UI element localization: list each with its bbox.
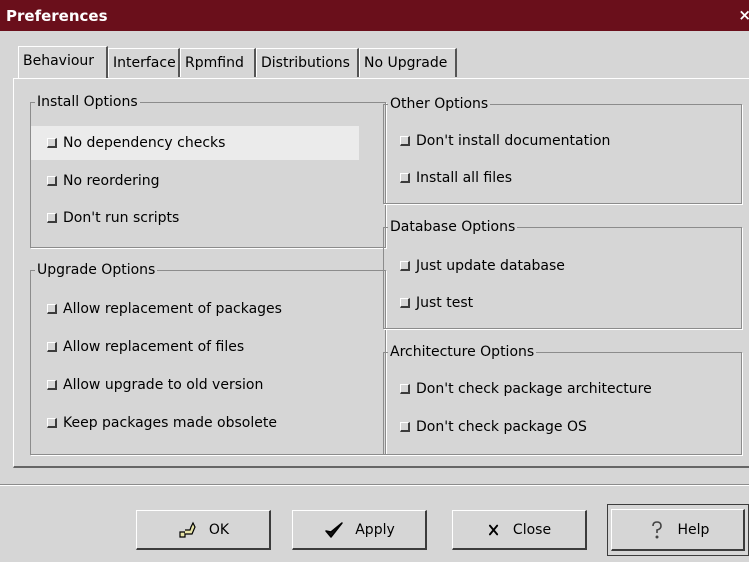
checkmark-icon [325,521,343,538]
checkbox-icon [400,136,410,146]
help-label: Help [677,521,710,538]
tab-panel-behaviour: Install Options No dependency checks No … [13,78,749,468]
install-options-frame: Install Options No dependency checks No … [30,93,386,248]
checkbox-icon [47,138,57,148]
dont-check-arch-checkbox[interactable]: Don't check package architecture [384,372,724,406]
checkbox-icon [400,384,410,394]
other-options-frame: Other Options Don't install documentatio… [383,95,742,204]
dont-check-os-checkbox[interactable]: Don't check package OS [384,410,724,444]
close-button[interactable]: Close [452,510,587,550]
checkbox-label: Install all files [416,170,513,186]
checkbox-icon [47,176,57,186]
upgrade-options-frame: Upgrade Options Allow replacement of pac… [30,261,386,455]
ok-icon [179,521,196,538]
dont-install-docs-checkbox[interactable]: Don't install documentation [384,124,724,158]
allow-upgrade-old-checkbox[interactable]: Allow upgrade to old version [31,368,371,402]
checkbox-icon [400,261,410,271]
help-button[interactable]: Help [611,509,745,551]
checkbox-label: Don't install documentation [416,133,611,149]
tab-interface[interactable]: Interface [108,48,180,77]
help-button-default-frame: Help [607,504,749,556]
allow-replace-files-checkbox[interactable]: Allow replacement of files [31,330,371,364]
window-close-icon[interactable]: × [738,6,749,24]
checkbox-icon [400,173,410,183]
just-test-checkbox[interactable]: Just test [384,286,724,320]
dont-run-scripts-checkbox[interactable]: Don't run scripts [31,201,359,235]
checkbox-label: Allow replacement of files [63,339,245,355]
checkbox-icon [47,418,57,428]
checkbox-label: Don't check package architecture [416,381,652,397]
other-options-title: Other Options [388,95,491,113]
ok-label: OK [208,521,230,538]
separator [0,484,749,486]
checkbox-icon [400,298,410,308]
install-options-title: Install Options [35,93,140,111]
install-all-files-checkbox[interactable]: Install all files [384,161,724,195]
checkbox-label: Just test [416,295,474,311]
architecture-options-frame: Architecture Options Don't check package… [383,343,742,455]
checkbox-icon [400,422,410,432]
architecture-options-title: Architecture Options [388,343,537,361]
checkbox-label: Don't check package OS [416,419,587,435]
help-icon [651,520,662,538]
checkbox-label: Allow replacement of packages [63,301,282,317]
apply-button[interactable]: Apply [292,510,427,550]
checkbox-label: Keep packages made obsolete [63,415,277,431]
checkbox-label: Allow upgrade to old version [63,377,264,393]
close-label: Close [512,521,552,538]
allow-replace-packages-checkbox[interactable]: Allow replacement of packages [31,292,371,326]
tab-distributions[interactable]: Distributions [256,48,359,77]
just-update-database-checkbox[interactable]: Just update database [384,249,724,283]
no-dependency-checks-checkbox[interactable]: No dependency checks [31,126,359,160]
checkbox-icon [47,342,57,352]
x-icon [488,524,499,535]
ok-button[interactable]: OK [136,510,271,550]
checkbox-label: No dependency checks [63,135,226,151]
checkbox-icon [47,304,57,314]
database-options-frame: Database Options Just update database Ju… [383,218,742,329]
tab-rpmfind[interactable]: Rpmfind [180,48,256,77]
apply-label: Apply [355,521,395,538]
checkbox-icon [47,380,57,390]
upgrade-options-title: Upgrade Options [35,261,158,279]
window-title: Preferences [6,7,108,25]
no-reordering-checkbox[interactable]: No reordering [31,164,359,198]
checkbox-label: Don't run scripts [63,210,180,226]
keep-obsolete-checkbox[interactable]: Keep packages made obsolete [31,406,371,440]
checkbox-icon [47,213,57,223]
checkbox-label: Just update database [416,258,565,274]
database-options-title: Database Options [388,218,518,236]
checkbox-label: No reordering [63,173,160,189]
tab-no-upgrade[interactable]: No Upgrade [359,48,457,77]
title-bar: Preferences × [0,0,749,31]
tab-behaviour[interactable]: Behaviour [18,46,108,78]
